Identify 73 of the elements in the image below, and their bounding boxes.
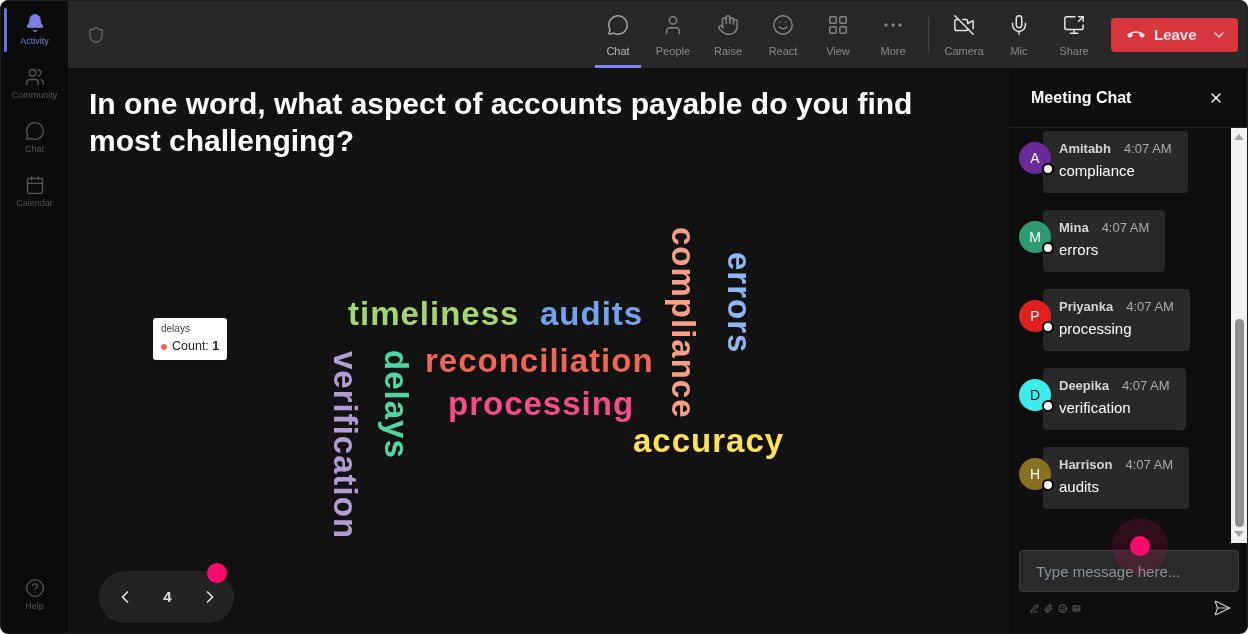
sidebar-item[interactable]: Chat: [1, 116, 68, 160]
message-text: verification: [1059, 398, 1132, 418]
hand-icon: [717, 14, 739, 36]
toolbar-button[interactable]: Mic: [996, 1, 1042, 68]
share-icon: [1063, 14, 1085, 36]
send-icon[interactable]: [1213, 599, 1231, 617]
toolbar-button[interactable]: More: [870, 1, 916, 68]
toolbar-button[interactable]: People: [650, 1, 696, 68]
message-time: 4:07 AM: [1125, 457, 1174, 473]
more-icon: [884, 23, 902, 27]
author-name: Amitabh: [1059, 141, 1111, 157]
camera-off-icon: [953, 14, 975, 36]
cloud-word: reconciliation: [425, 344, 654, 377]
message-text: compliance: [1059, 161, 1136, 181]
sidebar-item[interactable]: Calendar: [1, 170, 68, 214]
status-dot-icon: [1042, 321, 1054, 333]
author-name: Harrison: [1059, 457, 1113, 473]
grid-icon: [827, 14, 849, 36]
message-time: 4:07 AM: [1121, 378, 1170, 394]
author-name: Deepika: [1059, 378, 1109, 394]
status-dot-icon: [1042, 400, 1054, 412]
pointer-dot-icon: [207, 563, 227, 583]
message-text: audits: [1059, 477, 1101, 497]
cloud-word: processing: [448, 387, 635, 420]
phone-icon: [1127, 31, 1145, 38]
toolbar-button[interactable]: Share: [1051, 1, 1097, 68]
scroll-up-arrow-icon[interactable]: [1234, 134, 1244, 140]
bell-icon: [24, 13, 45, 33]
status-dot-icon: [1042, 242, 1054, 254]
message-text: errors: [1059, 240, 1100, 260]
message-text: processing: [1059, 319, 1133, 339]
message-time: 4:07 AM: [1101, 220, 1150, 236]
author-name: Mina: [1059, 220, 1089, 236]
cloud-word: timeliness: [348, 297, 520, 330]
shield-icon: [87, 25, 105, 44]
leave-button[interactable]: Leave: [1111, 17, 1238, 52]
tooltip-title: delays: [161, 323, 191, 335]
calendar-icon: [24, 175, 45, 195]
cloud-word: errors: [723, 252, 756, 354]
toolbar-button[interactable]: Camera: [941, 1, 987, 68]
cloud-word: delays: [380, 350, 413, 459]
smiley-icon[interactable]: [1058, 603, 1067, 613]
people-group-icon: [24, 67, 45, 87]
scrollbar[interactable]: [1231, 128, 1247, 543]
caption-icon[interactable]: [1072, 603, 1081, 613]
help-button[interactable]: Help: [1, 573, 68, 617]
scroll-down-arrow-icon[interactable]: [1234, 531, 1244, 537]
smiley-icon: [772, 14, 794, 36]
question-title: In one word, what aspect of accounts payable do you find most challenging?: [89, 86, 914, 159]
toolbar-button[interactable]: React: [760, 1, 806, 68]
chat-bubble-icon: [607, 14, 629, 36]
paperclip-icon[interactable]: [1044, 603, 1053, 613]
cloud-word: verification: [329, 351, 362, 540]
message-time: 4:07 AM: [1124, 141, 1172, 157]
page-number: 4: [163, 586, 172, 607]
pen-icon[interactable]: [1030, 603, 1039, 613]
sidebar-item[interactable]: Activity: [1, 8, 68, 52]
cloud-word: audits: [540, 297, 644, 330]
chat-bubble-icon: [24, 121, 45, 141]
toolbar-button[interactable]: Raise: [705, 1, 751, 68]
scrollbar-thumb[interactable]: [1234, 319, 1244, 527]
message-time: 4:07 AM: [1126, 299, 1174, 315]
message-input[interactable]: Type message here...: [1019, 550, 1239, 592]
panel-title: Meeting Chat: [1031, 87, 1132, 108]
help-icon: [24, 578, 45, 598]
cloud-word: accuracy: [633, 424, 785, 457]
toolbar-button[interactable]: View: [815, 1, 861, 68]
status-dot-icon: [1042, 163, 1054, 175]
tooltip-value: Count: 1: [172, 338, 220, 355]
cloud-word: compliance: [667, 227, 700, 419]
status-dot-icon: [1042, 479, 1054, 491]
sidebar-item[interactable]: Community: [1, 62, 68, 106]
author-name: Priyanka: [1059, 299, 1114, 315]
